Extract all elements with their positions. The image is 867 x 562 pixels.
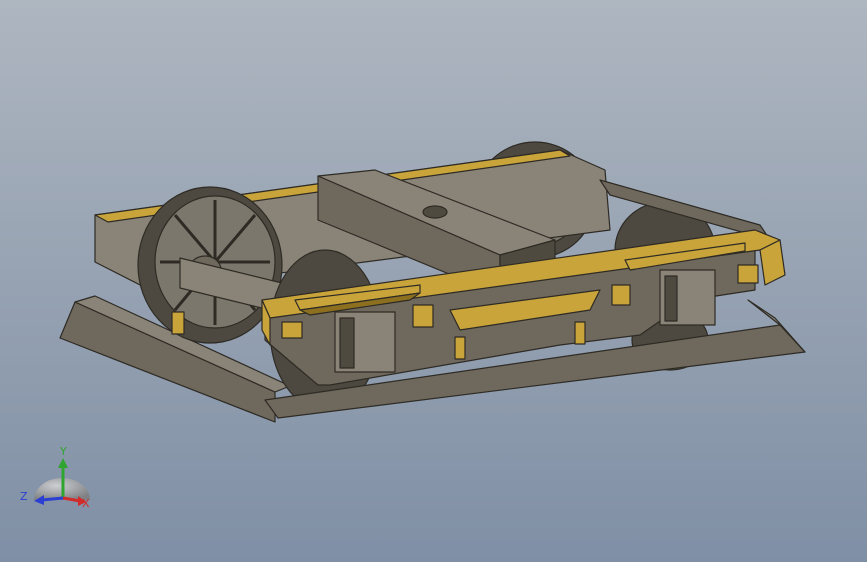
front-brass-post-1 (171, 311, 185, 335)
axle-box-right[interactable] (659, 269, 716, 326)
equalizer-pin-2 (574, 321, 586, 345)
model-canvas[interactable]: Y X Z (0, 0, 867, 562)
triad-x-label: X (82, 497, 90, 510)
bolster-pivot-hole[interactable] (422, 205, 448, 219)
spring-hanger-4 (737, 264, 759, 284)
spring-hanger-3 (611, 284, 631, 306)
triad-y-label: Y (59, 445, 67, 458)
equalizer-pin-1 (454, 336, 466, 360)
axle-box-left[interactable] (334, 311, 396, 373)
triad-z-label: Z (20, 490, 28, 503)
spring-hanger-1 (281, 321, 303, 339)
axle-box-right-guide (664, 275, 678, 322)
graphics-viewport[interactable]: Y X Z (0, 0, 867, 562)
spring-hanger-2 (412, 304, 434, 328)
triad-z-axis (41, 496, 64, 502)
axle-box-left-guide (339, 317, 355, 369)
